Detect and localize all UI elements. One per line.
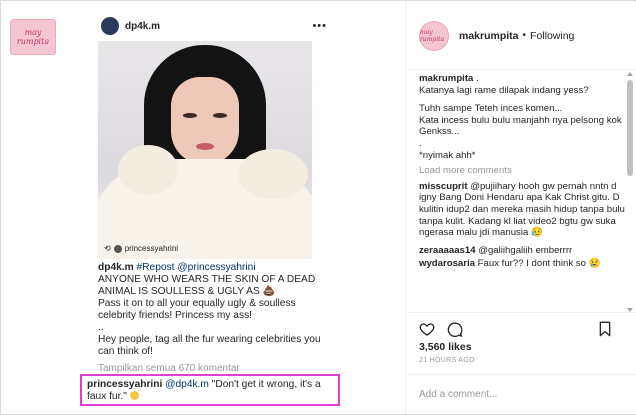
comment-user[interactable]: zeraaaaas14 <box>419 245 476 256</box>
caption-line: Katanya lagi rame dilapak indang yess? <box>419 84 589 96</box>
caption-line: . <box>419 137 422 149</box>
highlighted-reply-box: princessyahrini @dp4k.m "Don't get it wr… <box>80 374 340 406</box>
avatar-text: may rumpita <box>420 28 445 43</box>
comment-icon[interactable] <box>447 321 463 337</box>
heart-icon[interactable] <box>419 321 435 337</box>
bookmark-icon[interactable] <box>598 321 612 337</box>
header-username[interactable]: makrumpita <box>459 30 519 42</box>
caption-line: makrumpita . <box>419 73 626 85</box>
post-sidebar: may rumpita makrumpita • Following makru… <box>407 2 636 414</box>
repost-tag: ⟲ princessyahrini <box>104 244 178 253</box>
list-item: zeraaaaas14 @galiihgaliih emberrrr <box>419 245 626 257</box>
caption-line: Kata incess bulu bulu manjahh nya pelson… <box>419 114 622 138</box>
embedded-caption-line: ANYONE WHO WEARS THE SKIN OF A DEAD ANIM… <box>98 274 316 297</box>
caption-dot: . <box>476 73 479 84</box>
embedded-post-screenshot: dp4k.m ••• ⟲ princessyahrini dp4k.m #Rep… <box>81 8 349 412</box>
embedded-caption-user: dp4k.m <box>98 262 134 273</box>
list-item: wydarosaria Faux fur?? I dont think so 😢 <box>419 258 626 270</box>
add-comment-input[interactable]: Add a comment... <box>407 374 636 414</box>
separator-dot: • <box>522 30 527 41</box>
action-bar <box>407 312 636 342</box>
list-item: misscuprit @pujiihary hooh gw pernah nnt… <box>419 181 626 239</box>
embedded-photo: ⟲ princessyahrini <box>98 41 312 259</box>
comment-user[interactable]: wydarosaria <box>419 258 475 269</box>
brand-watermark-logo: may rumpita <box>10 19 56 55</box>
photo-face <box>171 77 239 165</box>
avatar[interactable]: may rumpita <box>419 20 449 51</box>
caption-block: makrumpita . Katanya lagi rame dilapak i… <box>419 73 626 161</box>
repost-icon: ⟲ <box>104 244 111 253</box>
embedded-caption-line: Pass it on to all your equally ugly & so… <box>98 298 296 321</box>
post-header: may rumpita makrumpita • Following <box>407 2 636 70</box>
embedded-caption-line: .. <box>98 322 104 333</box>
highlighted-reply: princessyahrini @dp4k.m "Don't get it wr… <box>87 379 337 403</box>
embedded-avatar <box>101 17 119 35</box>
post-modal: may rumpita dp4k.m ••• ⟲ princessyahrini… <box>0 0 636 415</box>
caption-user[interactable]: makrumpita <box>419 73 473 84</box>
post-timestamp[interactable]: 21 HOURS AGO <box>419 357 475 364</box>
post-media: may rumpita dp4k.m ••• ⟲ princessyahrini… <box>2 2 406 414</box>
more-options-icon: ••• <box>312 20 327 32</box>
embedded-caption: dp4k.m #Repost @princessyahrini ANYONE W… <box>98 262 336 358</box>
tag-username: princessyahrini <box>124 244 179 253</box>
comments-list[interactable]: makrumpita . Katanya lagi rame dilapak i… <box>419 73 626 313</box>
photo-eye-left <box>183 113 197 118</box>
following-button[interactable]: Following <box>530 30 574 42</box>
embedded-username: dp4k.m <box>125 20 161 32</box>
smile-emoji-icon <box>129 391 139 400</box>
caption-line: *nyimak ahh* <box>419 149 476 161</box>
caption-line: Tuhh sampe Teteh inces komen... <box>419 103 563 115</box>
embedded-caption-line: Hey people, tag all the fur wearing cele… <box>98 334 321 357</box>
photo-eye-right <box>213 113 227 118</box>
likes-count[interactable]: 3,560 likes <box>419 341 472 353</box>
photo-fur-detail <box>238 149 308 199</box>
tag-avatar <box>113 244 122 253</box>
brand-logo-text: may rumpita <box>16 28 50 46</box>
photo-fur-detail <box>118 145 178 195</box>
scrollbar-thumb[interactable] <box>627 80 633 176</box>
reply-mention: @dp4k.m <box>165 379 209 390</box>
embedded-post-header: dp4k.m ••• <box>101 14 327 38</box>
embedded-caption-repost: #Repost @princessyahrini <box>136 262 256 273</box>
reply-username: princessyahrini <box>87 379 163 390</box>
load-more-comments-link[interactable]: Load more comments <box>419 165 626 177</box>
embedded-view-all-comments: Tampilkan semua 670 komentar <box>98 363 240 374</box>
comment-text: @galiihgaliih emberrrr <box>478 244 573 256</box>
comment-user[interactable]: misscuprit <box>419 181 468 192</box>
scroll-up-arrow-icon[interactable] <box>627 72 633 76</box>
photo-lips <box>196 143 214 150</box>
comment-text: Faux fur?? I dont think so 😢 <box>477 258 601 270</box>
comments-scrollbar[interactable] <box>626 72 634 312</box>
